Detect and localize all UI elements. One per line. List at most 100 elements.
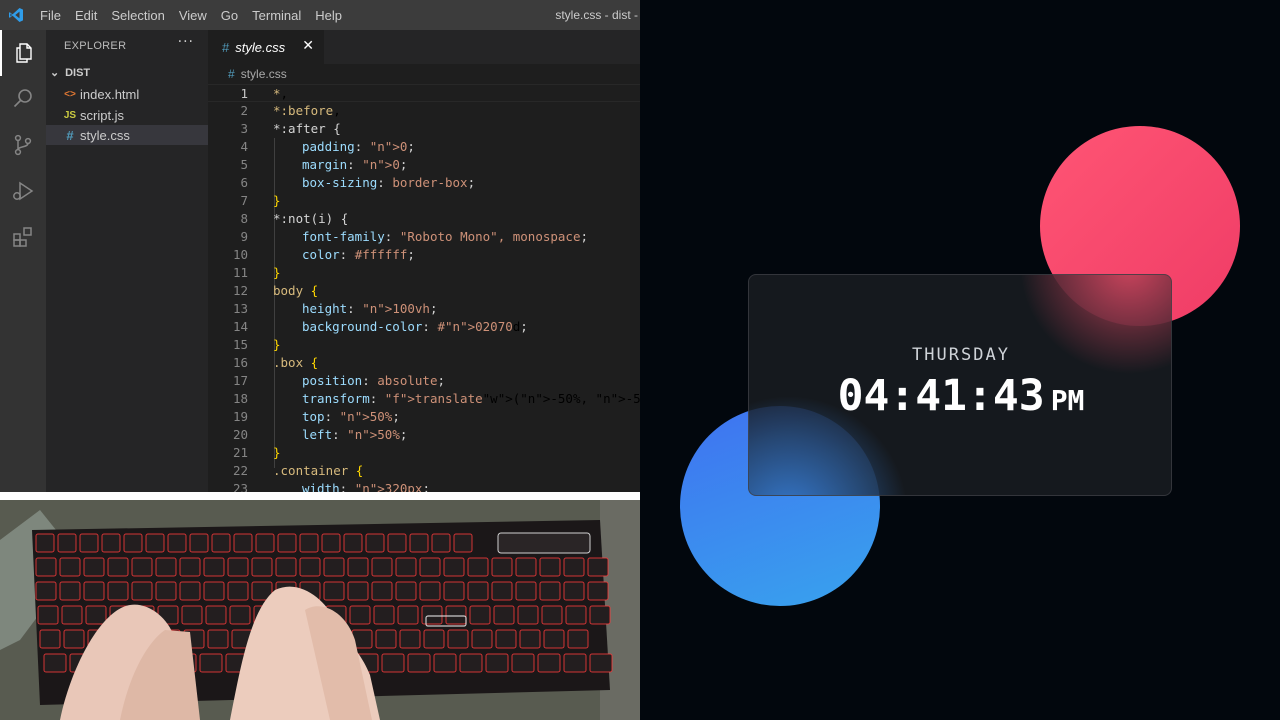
menu-help[interactable]: Help [315, 8, 342, 23]
code-editor[interactable]: 1 *, 2 *:before, 3 *:after {4 padding: "n">0; 5… [208, 84, 640, 492]
keyboard-key [323, 581, 345, 601]
keyboard-key [445, 605, 467, 625]
file-style-css[interactable]: # style.css [46, 125, 208, 145]
css-file-icon: # [222, 39, 230, 55]
code-line: 3 *:after { [208, 120, 640, 138]
search-icon [13, 89, 32, 108]
keyboard-key [255, 533, 275, 553]
keyboard-key [423, 629, 445, 649]
keyboard-key [371, 557, 393, 577]
menu-edit[interactable]: Edit [75, 8, 97, 23]
activity-search[interactable] [0, 76, 46, 122]
line-number: 7 [240, 193, 248, 208]
code-line: 21} [208, 444, 640, 462]
explorer-icon [16, 43, 32, 63]
keyboard-key [167, 533, 187, 553]
line-number: 1 [240, 86, 248, 101]
keyboard-key [433, 653, 457, 673]
keyboard-key [541, 605, 563, 625]
menu-terminal[interactable]: Terminal [252, 8, 301, 23]
line-number: 22 [232, 463, 248, 478]
file-script-js[interactable]: JS script.js [46, 105, 208, 125]
line-number: 14 [232, 319, 248, 334]
keyboard-key [419, 557, 441, 577]
keyboard-key [251, 557, 273, 577]
code-text: .container { [273, 463, 364, 478]
keyboard-key [203, 557, 225, 577]
line-number: 18 [232, 391, 248, 406]
code-text: } [273, 193, 281, 208]
folder-dist[interactable]: ⌄ DIST [50, 66, 90, 79]
code-line: 9 font-family: "Roboto Mono", monospace; [208, 228, 640, 246]
keyboard-key [347, 557, 369, 577]
keyboard-key [443, 581, 465, 601]
code-line: 14 background-color: #"n">02070d; [208, 318, 640, 336]
keyboard-key [123, 533, 143, 553]
keyboard-key [35, 533, 55, 553]
keyboard-key [207, 629, 229, 649]
code-text: height: "n">100vh; [302, 301, 438, 316]
run-debug-icon [13, 181, 34, 201]
code-line: 8 *:not(i) { [208, 210, 640, 228]
line-number: 6 [240, 175, 248, 190]
close-icon[interactable]: ✕ [302, 38, 314, 54]
keyboard-key [131, 557, 153, 577]
js-file-icon: JS [63, 109, 77, 121]
menu-file[interactable]: File [40, 8, 61, 23]
time-value: 04:41:43 [837, 371, 1045, 421]
activity-extensions[interactable] [0, 214, 46, 260]
keyboard-key [189, 533, 209, 553]
activity-explorer[interactable] [0, 30, 46, 76]
keyboard-key [321, 533, 341, 553]
keyboard-key [229, 605, 251, 625]
vscode-window: File Edit Selection View Go Terminal Hel… [0, 0, 640, 492]
line-number: 15 [232, 337, 248, 352]
keyboard-key [203, 581, 225, 601]
line-number: 23 [232, 481, 248, 492]
keyboard-key [563, 557, 585, 577]
keyboard-key [347, 581, 369, 601]
code-text: color: #ffffff; [302, 247, 415, 262]
divider [0, 492, 640, 500]
keyboard-key [131, 581, 153, 601]
source-control-icon [14, 134, 32, 156]
day-label: THURSDAY [912, 345, 1010, 365]
menu-view[interactable]: View [179, 8, 207, 23]
file-index-html[interactable]: <> index.html [46, 84, 208, 104]
clock-preview: THURSDAY 04:41:43 PM [640, 0, 1280, 720]
code-text: *:before, [273, 103, 341, 118]
chevron-down-icon: ⌄ [50, 67, 60, 79]
keyboard-key [43, 653, 67, 673]
menu-selection[interactable]: Selection [111, 8, 164, 23]
css-file-icon: # [228, 67, 235, 81]
keyboard-key [323, 557, 345, 577]
activity-source-control[interactable] [0, 122, 46, 168]
line-number: 2 [240, 103, 248, 118]
breadcrumb[interactable]: # style.css [208, 64, 640, 84]
menu-go[interactable]: Go [221, 8, 238, 23]
keyboard-key [395, 557, 417, 577]
vscode-logo-icon [9, 8, 23, 22]
code-text: font-family: "Roboto Mono", monospace; [302, 229, 589, 244]
line-number: 16 [232, 355, 248, 370]
code-line: 19 top: "n">50%; [208, 408, 640, 426]
code-line: 2 *:before, [208, 102, 640, 120]
line-number: 21 [232, 445, 248, 460]
file-name: style.css [80, 127, 130, 143]
tab-style-css[interactable]: # style.css ✕ [208, 30, 324, 64]
keyboard-key [227, 557, 249, 577]
keyboard-key [37, 605, 59, 625]
keyboard-key [61, 605, 83, 625]
keyboard-key [407, 653, 431, 673]
more-actions-icon[interactable]: ··· [178, 34, 194, 50]
keyboard-key [63, 629, 85, 649]
line-number: 9 [240, 229, 248, 244]
keyboard-key [515, 581, 537, 601]
activity-run-debug[interactable] [0, 168, 46, 214]
keyboard-key [227, 581, 249, 601]
keyboard-key [467, 581, 489, 601]
file-name: index.html [80, 86, 140, 102]
line-number: 5 [240, 157, 248, 172]
breadcrumb-file: style.css [240, 67, 287, 81]
window-title: style.css - dist - [555, 8, 638, 22]
